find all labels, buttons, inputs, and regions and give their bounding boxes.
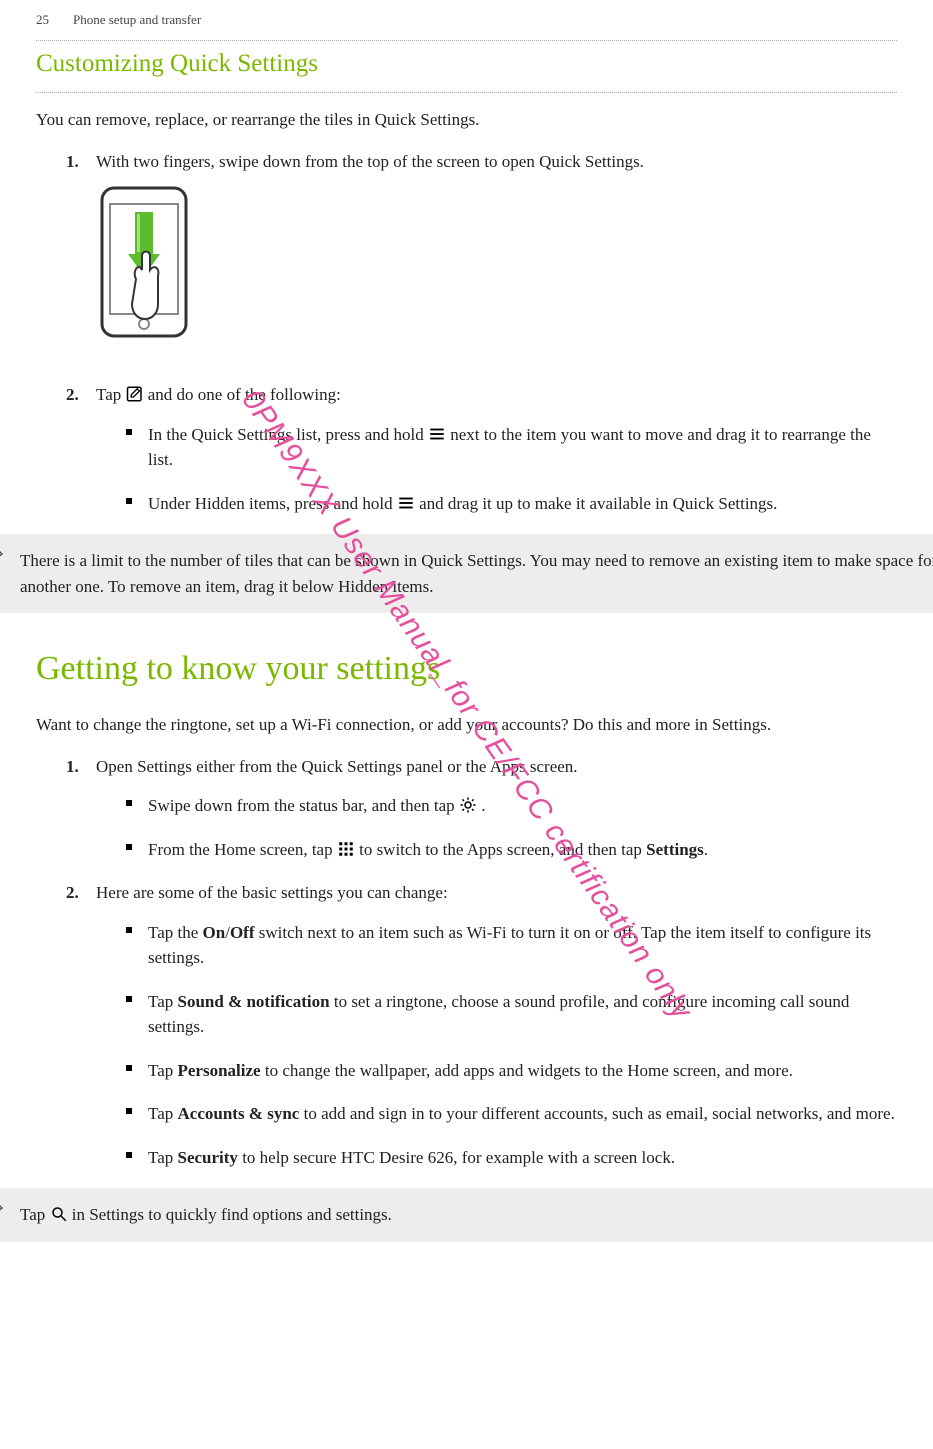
page-header: 25 Phone setup and transfer (0, 0, 933, 30)
s2b4-a: Tap (148, 1104, 178, 1123)
s2b1-e: switch next to an item such as Wi-Fi to … (148, 923, 871, 968)
step2-text-a: Tap (96, 385, 126, 404)
step1-text: Open Settings either from the Quick Sett… (96, 757, 578, 776)
step-number: 2. (66, 382, 79, 408)
search-icon (50, 1205, 68, 1223)
s1b1-a: Swipe down from the status bar, and then… (148, 796, 459, 815)
note-text: There is a limit to the number of tiles … (20, 551, 933, 596)
s2b1-b: On (203, 923, 226, 942)
s1b1-b: . (481, 796, 485, 815)
drag-handle-icon (428, 425, 446, 443)
apps-grid-icon (337, 840, 355, 858)
customizing-intro: You can remove, replace, or rearrange th… (36, 107, 897, 133)
customizing-bullet-1: In the Quick Settings list, press and ho… (126, 422, 897, 473)
bullet2-b: and drag it up to make it available in Q… (419, 494, 777, 513)
s2b3-c: to change the wallpaper, add apps and wi… (261, 1061, 793, 1080)
bullet2-a: Under Hidden items, press and hold (148, 494, 397, 513)
settings-intro: Want to change the ringtone, set up a Wi… (36, 712, 897, 738)
heading-getting-to-know: Getting to know your settings (36, 643, 897, 694)
settings-s2-bullet-4: Tap Accounts & sync to add and sign in t… (126, 1101, 897, 1127)
step-text: With two fingers, swipe down from the to… (96, 152, 644, 171)
rule-below-title (36, 92, 897, 93)
step-number: 1. (66, 149, 79, 175)
pencil-icon (0, 548, 6, 572)
two-finger-swipe-figure (96, 184, 897, 364)
tip-a: Tap (20, 1205, 50, 1224)
s1b2-c: Settings (646, 840, 704, 859)
settings-step-1: 1. Open Settings either from the Quick S… (66, 754, 897, 863)
gesture-phone-icon (96, 184, 226, 364)
customizing-step-2: 2. Tap and do one of the following: In t… (66, 382, 897, 516)
s2b5-a: Tap (148, 1148, 178, 1167)
settings-gear-icon (459, 796, 477, 814)
s2b2-b: Sound & notification (178, 992, 330, 1011)
header-section: Phone setup and transfer (73, 10, 201, 30)
pencil-icon (0, 1202, 6, 1226)
note-limit-tiles: There is a limit to the number of tiles … (0, 534, 933, 613)
step-number: 2. (66, 880, 79, 906)
customizing-step-1: 1. With two fingers, swipe down from the… (66, 149, 897, 365)
s1b2-b: to switch to the Apps screen, and then t… (359, 840, 646, 859)
customizing-bullet-2: Under Hidden items, press and hold and d… (126, 491, 897, 517)
drag-handle-icon (397, 494, 415, 512)
tip-search-settings: Tap in Settings to quickly find options … (0, 1188, 933, 1242)
page-number: 25 (36, 10, 49, 30)
s2b1-a: Tap the (148, 923, 203, 942)
tip-b: in Settings to quickly find options and … (72, 1205, 392, 1224)
step-number: 1. (66, 754, 79, 780)
s2b3-a: Tap (148, 1061, 178, 1080)
step2-text-b: and do one of the following: (148, 385, 341, 404)
s2b5-c: to help secure HTC Desire 626, for examp… (238, 1148, 675, 1167)
rule-above-title (36, 40, 897, 41)
settings-s2-bullet-1: Tap the On/Off switch next to an item su… (126, 920, 897, 971)
edit-pencil-icon (126, 385, 144, 403)
settings-s1-bullet-1: Swipe down from the status bar, and then… (126, 793, 897, 819)
s2b2-a: Tap (148, 992, 178, 1011)
bullet1-a: In the Quick Settings list, press and ho… (148, 425, 428, 444)
settings-s1-bullet-2: From the Home screen, tap to switch to t… (126, 837, 897, 863)
s2b4-b: Accounts & sync (178, 1104, 300, 1123)
s2b3-b: Personalize (178, 1061, 261, 1080)
s1b2-d: . (704, 840, 708, 859)
step2-text: Here are some of the basic settings you … (96, 883, 448, 902)
s2b5-b: Security (178, 1148, 238, 1167)
settings-step-2: 2. Here are some of the basic settings y… (66, 880, 897, 1170)
s2b4-c: to add and sign in to your different acc… (299, 1104, 894, 1123)
s2b1-d: Off (230, 923, 255, 942)
settings-s2-bullet-5: Tap Security to help secure HTC Desire 6… (126, 1145, 897, 1171)
s1b2-a: From the Home screen, tap (148, 840, 337, 859)
section-title-customizing: Customizing Quick Settings (36, 45, 897, 83)
settings-s2-bullet-3: Tap Personalize to change the wallpaper,… (126, 1058, 897, 1084)
settings-s2-bullet-2: Tap Sound & notification to set a ringto… (126, 989, 897, 1040)
